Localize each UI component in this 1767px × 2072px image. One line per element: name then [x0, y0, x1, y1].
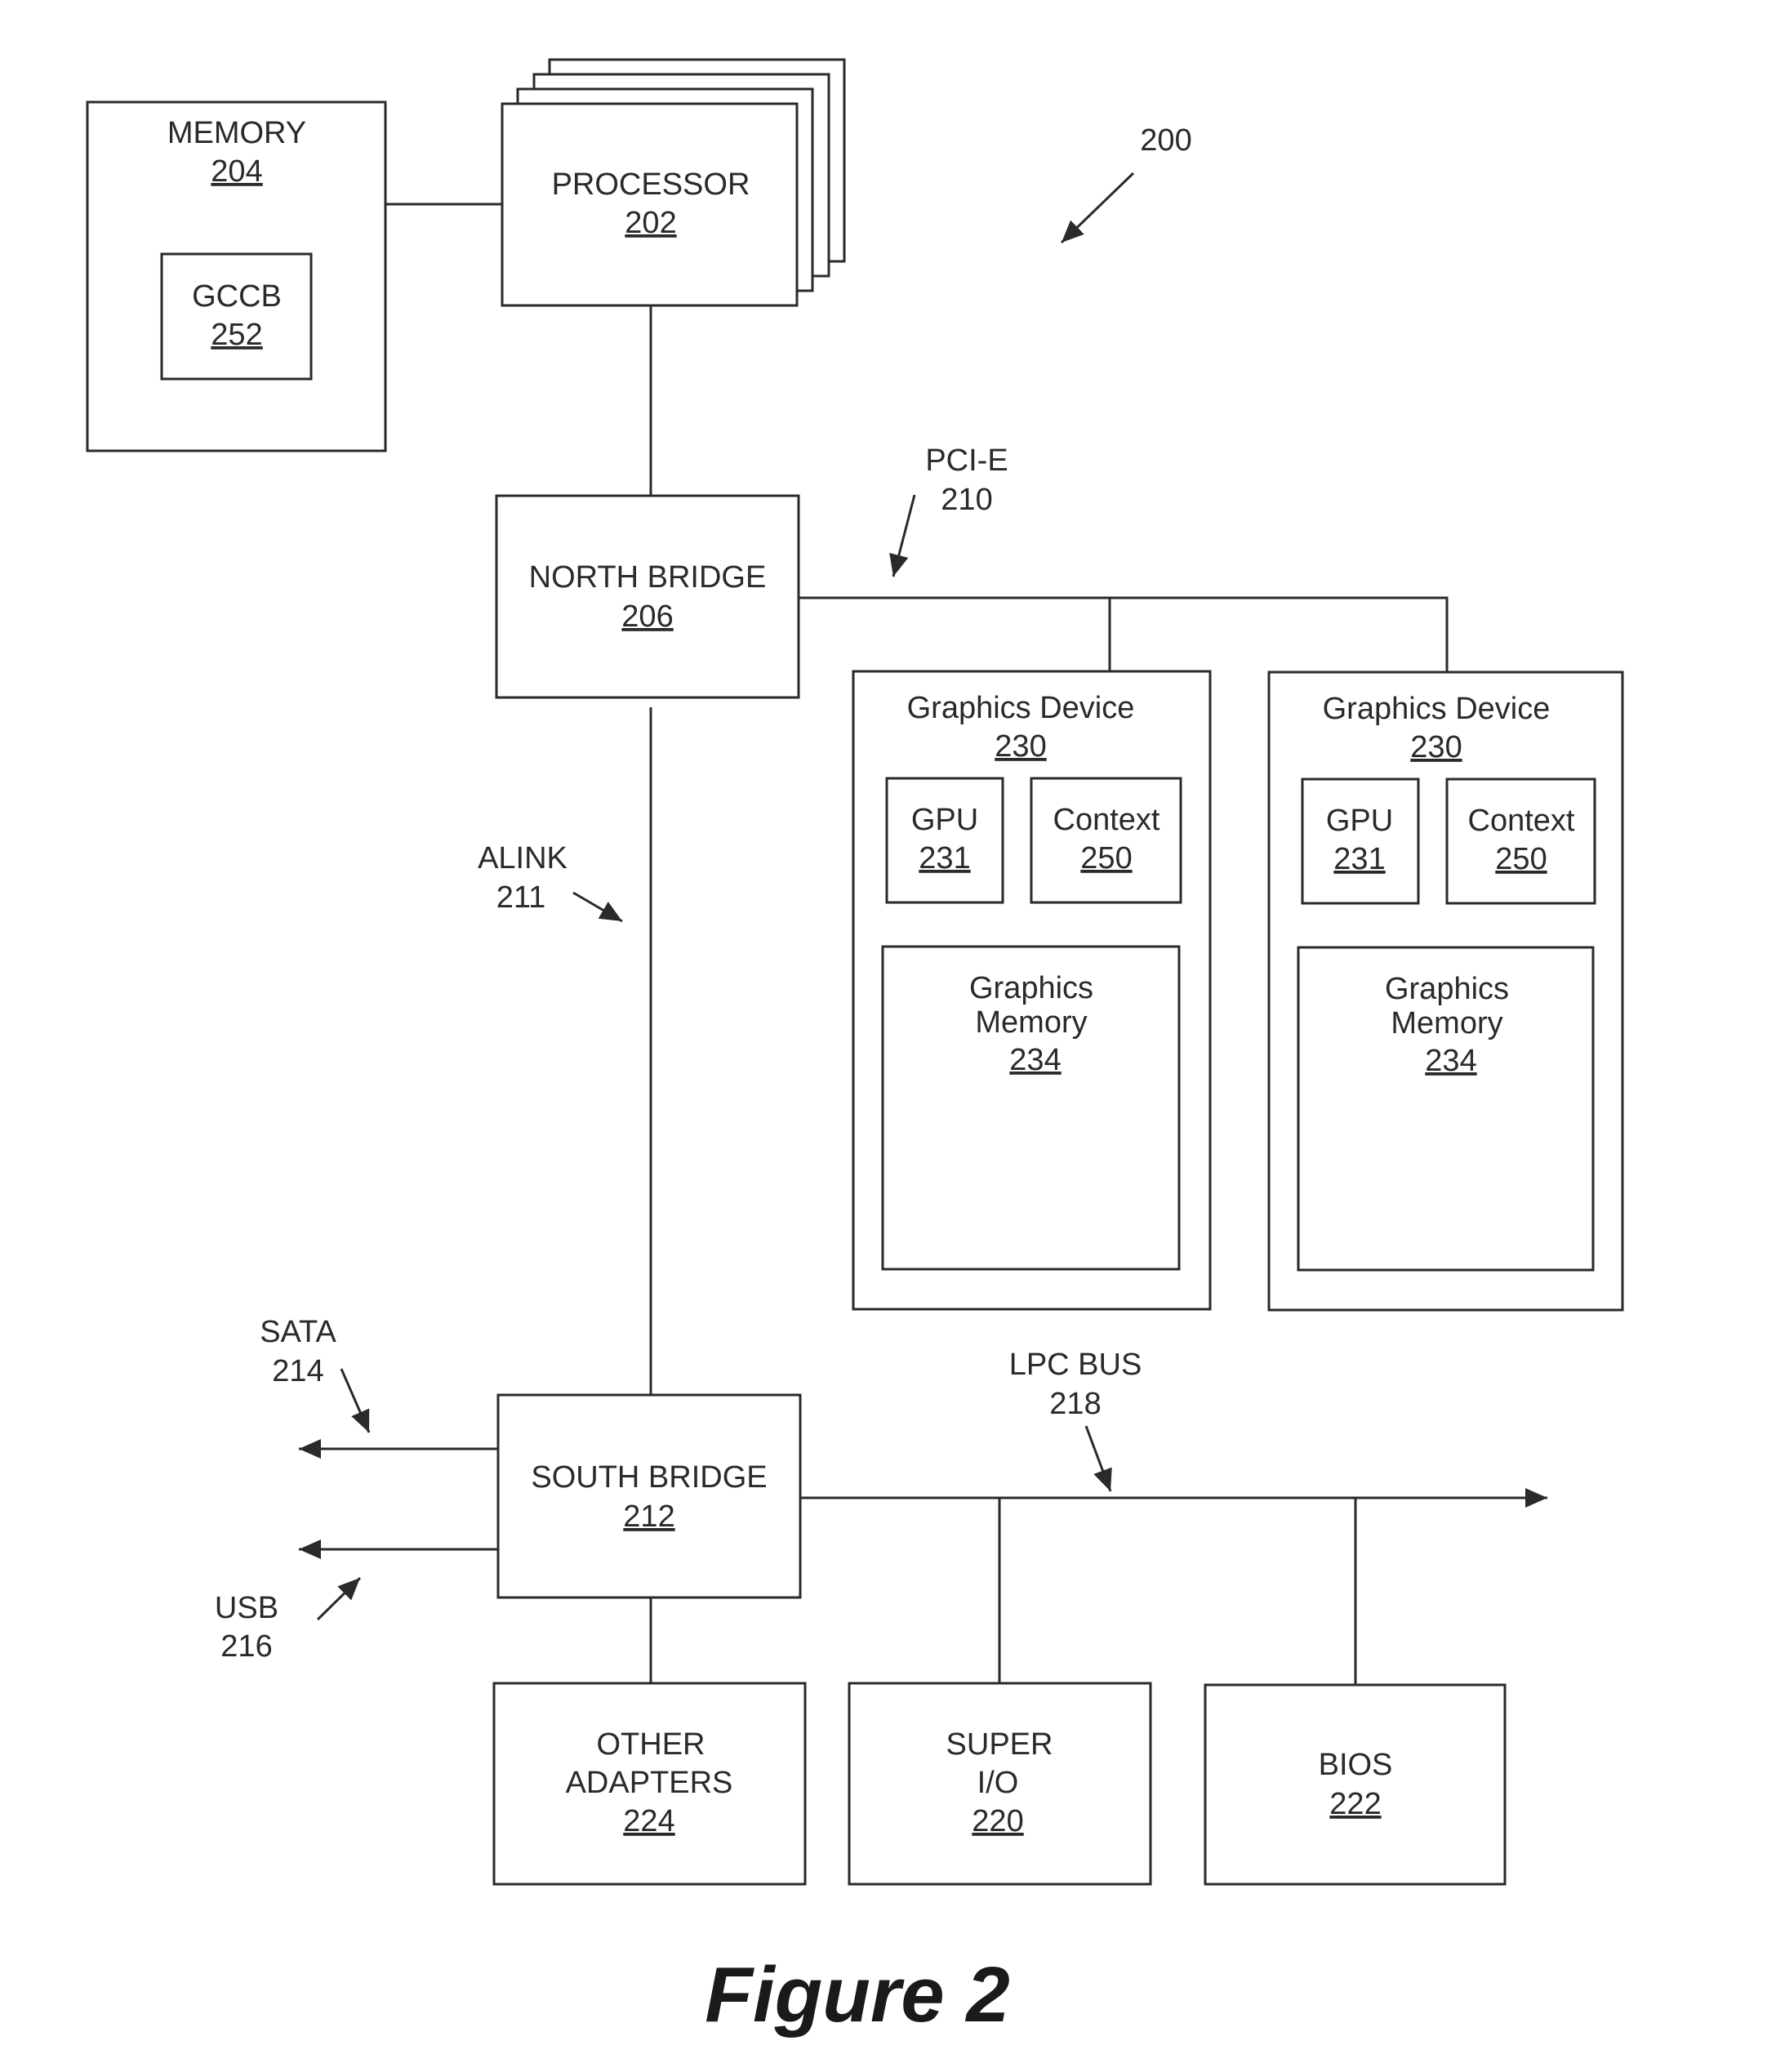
- super-io-block: SUPER I/O 220: [848, 1682, 1152, 1886]
- gpu-number: 231: [1333, 842, 1385, 876]
- graphics-memory-number: 234: [1425, 1044, 1476, 1078]
- usb-label: USB: [215, 1591, 278, 1625]
- graphics-memory-label-line1: Graphics: [969, 971, 1093, 1005]
- ref-200-arrow: [1060, 172, 1135, 244]
- lpc-bus-number: 218: [1049, 1387, 1101, 1421]
- bios-label: BIOS: [1319, 1748, 1393, 1782]
- graphics-memory-number: 234: [1009, 1043, 1061, 1077]
- context-block: Context 250: [1030, 777, 1182, 904]
- north-bridge-block: NORTH BRIDGE 206: [495, 494, 800, 699]
- bios-block: BIOS 222: [1204, 1683, 1507, 1886]
- memory-label: MEMORY: [167, 116, 306, 150]
- gpu-block: GPU 231: [1301, 778, 1420, 905]
- memory-number: 204: [211, 154, 262, 189]
- sata-pointer-arrow: [340, 1368, 371, 1433]
- graphics-device-label: Graphics Device: [907, 691, 1135, 725]
- graphics-device-2: Graphics Device 230 GPU 231 Context 250 …: [1267, 671, 1624, 1312]
- other-adapters-number: 224: [623, 1804, 674, 1838]
- graphics-memory-block: Graphics Memory 234: [881, 945, 1181, 1271]
- super-io-number: 220: [972, 1804, 1023, 1838]
- graphics-device-number: 230: [995, 729, 1046, 764]
- context-block: Context 250: [1445, 778, 1596, 905]
- usb-number: 216: [220, 1629, 272, 1664]
- block-diagram: MEMORY 204 GCCB 252 PROCESSOR 202 200 NO…: [86, 58, 1624, 2039]
- context-label: Context: [1468, 804, 1575, 838]
- gccb-label: GCCB: [192, 279, 282, 314]
- pcie-number: 210: [941, 483, 992, 517]
- processor-label: PROCESSOR: [552, 167, 750, 202]
- pcie-bus-line: [799, 596, 1449, 671]
- memory-block: MEMORY 204 GCCB 252: [86, 100, 387, 452]
- context-label: Context: [1053, 803, 1160, 837]
- north-bridge-label: NORTH BRIDGE: [529, 560, 767, 595]
- graphics-device-number: 230: [1410, 730, 1462, 764]
- other-adapters-label-line2: ADAPTERS: [566, 1766, 733, 1800]
- context-number: 250: [1080, 841, 1132, 876]
- other-adapters-block: OTHER ADAPTERS 224: [492, 1682, 807, 1886]
- gpu-block: GPU 231: [885, 777, 1004, 904]
- graphics-memory-label-line1: Graphics: [1385, 972, 1509, 1006]
- south-bridge-label: SOUTH BRIDGE: [531, 1460, 767, 1495]
- alink-label: ALINK: [478, 841, 567, 876]
- figure-caption: Figure 2: [705, 1951, 1009, 2039]
- alink-number: 211: [496, 880, 546, 915]
- figure-reference-number: 200: [1140, 123, 1191, 158]
- gpu-label: GPU: [1326, 804, 1393, 838]
- graphics-memory-block: Graphics Memory 234: [1297, 946, 1595, 1272]
- usb-pointer-arrow: [316, 1576, 362, 1621]
- south-bridge-number: 212: [623, 1499, 674, 1534]
- super-io-label-line2: I/O: [977, 1766, 1019, 1800]
- graphics-device-label: Graphics Device: [1323, 692, 1551, 726]
- processor-block: PROCESSOR 202: [501, 58, 846, 307]
- super-io-label-line1: SUPER: [946, 1727, 1053, 1762]
- gpu-label: GPU: [911, 803, 978, 837]
- sata-label: SATA: [260, 1315, 336, 1349]
- sata-number: 214: [272, 1354, 323, 1388]
- south-bridge-block: SOUTH BRIDGE 212: [496, 1393, 802, 1599]
- gpu-number: 231: [919, 841, 970, 876]
- graphics-memory-label-line2: Memory: [1391, 1006, 1502, 1040]
- processor-number: 202: [625, 206, 676, 240]
- other-adapters-label-line1: OTHER: [597, 1727, 705, 1762]
- pcie-pointer-arrow: [889, 494, 916, 577]
- graphics-memory-label-line2: Memory: [975, 1005, 1087, 1040]
- north-bridge-number: 206: [621, 599, 673, 634]
- bios-number: 222: [1329, 1787, 1381, 1821]
- lpc-bus-label: LPC BUS: [1009, 1348, 1142, 1382]
- graphics-device-1: Graphics Device 230 GPU 231 Context 250 …: [852, 670, 1212, 1311]
- context-number: 250: [1495, 842, 1547, 876]
- gccb-block: GCCB 252: [160, 252, 313, 381]
- gccb-number: 252: [211, 318, 262, 352]
- pcie-label: PCI-E: [925, 443, 1008, 478]
- alink-pointer-arrow: [572, 891, 623, 923]
- lpc-pointer-arrow: [1084, 1425, 1112, 1492]
